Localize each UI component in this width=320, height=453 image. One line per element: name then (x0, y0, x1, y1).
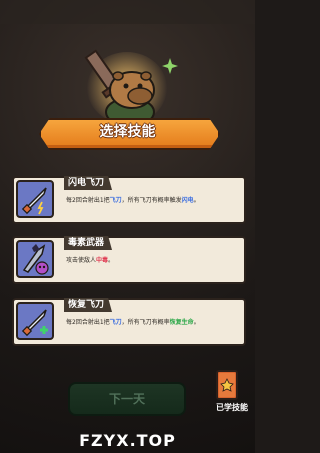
skill-card-lightning-knife[interactable]: 闪电飞刀 每2回合射出1把飞刀，所有飞刀有概率触发闪电。 (12, 176, 246, 224)
desc-text: 每2回合射出1把 (66, 197, 110, 204)
next-day-button[interactable]: 下一天 (68, 382, 186, 416)
desc-highlight: 飞刀 (109, 319, 122, 326)
desc-text: ，所有飞刀有概率 (121, 319, 170, 326)
skill-name: 恢复飞刀 (64, 298, 113, 312)
skill-card-healing-knife[interactable]: 恢复飞刀 每2回合射出1把飞刀，所有飞刀有概率恢复生命。 (12, 298, 246, 346)
lightning-knife-icon (16, 180, 54, 218)
desc-highlight: 飞刀 (109, 197, 122, 204)
skill-name: 闪电飞刀 (64, 176, 113, 190)
page-title: 选择技能 (99, 124, 156, 140)
skill-description: 攻击使敌人中毒。 (66, 256, 238, 265)
hero-capybara (70, 40, 185, 130)
skill-description: 每2回合射出1把飞刀，所有飞刀有概率触发闪电。 (66, 196, 238, 205)
poison-weapon-icon (16, 240, 54, 278)
skill-card-poison-weapon[interactable]: 毒素武器 攻击使敌人中毒。 (12, 236, 246, 284)
skill-name: 毒素武器 (64, 236, 113, 250)
healing-knife-icon (16, 302, 54, 340)
skill-book-icon (216, 370, 238, 400)
watermark: FZYX.TOP (79, 431, 176, 450)
desc-highlight: 中毒 (96, 257, 109, 264)
desc-highlight: 闪电 (181, 197, 194, 204)
desc-text: 。 (193, 197, 200, 204)
learned-skills-button[interactable]: 已学技能 (210, 370, 254, 422)
top-hud-dimmed (0, 0, 255, 24)
desc-highlight: 恢复生命 (169, 319, 194, 326)
desc-text: ，所有飞刀有概率触发 (121, 197, 182, 204)
desc-text: 。 (193, 319, 200, 326)
desc-text: 攻击使敌人 (66, 257, 97, 264)
desc-text: 。 (108, 257, 115, 264)
learned-skills-label: 已学技能 (216, 403, 248, 412)
capybara-sword-icon (84, 49, 178, 127)
desc-text: 每2回合射出1把 (66, 319, 110, 326)
skill-description: 每2回合射出1把飞刀，所有飞刀有概率恢复生命。 (66, 318, 238, 327)
